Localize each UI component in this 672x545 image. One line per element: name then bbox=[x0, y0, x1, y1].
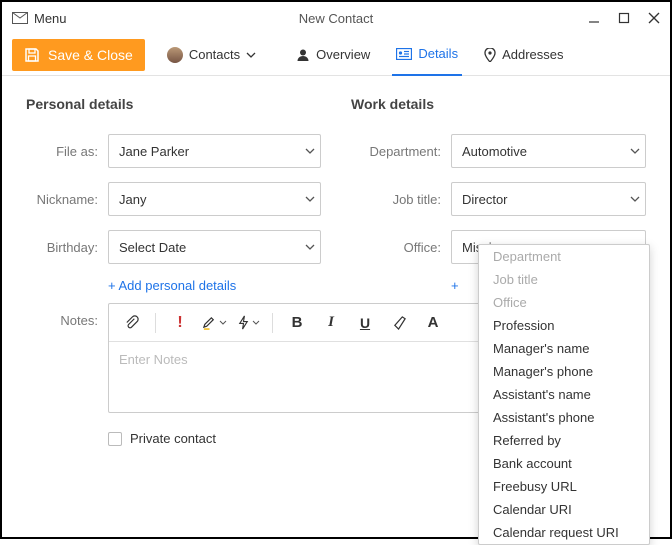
separator bbox=[272, 313, 273, 333]
priority-button[interactable]: ! bbox=[166, 309, 194, 337]
dropdown-item[interactable]: Manager's name bbox=[479, 337, 649, 360]
dropdown-item[interactable]: Profession bbox=[479, 314, 649, 337]
birthday-label: Birthday: bbox=[26, 240, 98, 255]
underline-button[interactable]: U bbox=[351, 309, 379, 337]
contacts-dropdown[interactable]: Contacts bbox=[163, 34, 260, 76]
menu-button[interactable]: Menu bbox=[34, 11, 67, 26]
birthday-input[interactable] bbox=[108, 230, 321, 264]
dropdown-item[interactable]: Manager's phone bbox=[479, 360, 649, 383]
tab-addresses[interactable]: Addresses bbox=[480, 34, 567, 76]
jobtitle-input[interactable] bbox=[451, 182, 646, 216]
add-work-details-link[interactable]: + bbox=[451, 278, 459, 293]
font-button[interactable]: A bbox=[419, 309, 447, 337]
add-personal-details-link[interactable]: + Add personal details bbox=[108, 278, 321, 293]
font-icon: A bbox=[428, 314, 439, 331]
dropdown-item: Department bbox=[479, 245, 649, 268]
jobtitle-label: Job title: bbox=[351, 192, 441, 207]
attachment-button[interactable] bbox=[117, 309, 145, 337]
save-icon bbox=[24, 47, 40, 63]
personal-details-section: Personal details File as: Nickname: Birt… bbox=[26, 96, 321, 293]
bold-button[interactable]: B bbox=[283, 309, 311, 337]
department-input[interactable] bbox=[451, 134, 646, 168]
dropdown-item: Office bbox=[479, 291, 649, 314]
dropdown-item[interactable]: Assistant's name bbox=[479, 383, 649, 406]
tab-details[interactable]: Details bbox=[392, 34, 462, 76]
dropdown-item[interactable]: Freebusy URL bbox=[479, 475, 649, 498]
clear-format-button[interactable] bbox=[385, 309, 413, 337]
contacts-label: Contacts bbox=[189, 47, 240, 62]
card-icon bbox=[396, 48, 412, 60]
work-heading: Work details bbox=[351, 96, 646, 112]
file-as-input[interactable] bbox=[108, 134, 321, 168]
pin-icon bbox=[484, 48, 496, 62]
titlebar: Menu New Contact bbox=[2, 2, 670, 34]
highlight-button[interactable] bbox=[200, 309, 228, 337]
tab-addresses-label: Addresses bbox=[502, 47, 563, 62]
tab-details-label: Details bbox=[418, 46, 458, 61]
nickname-input[interactable] bbox=[108, 182, 321, 216]
chevron-down-icon bbox=[246, 52, 256, 58]
private-contact-label: Private contact bbox=[130, 431, 216, 446]
dropdown-item: Job title bbox=[479, 268, 649, 291]
tab-overview-label: Overview bbox=[316, 47, 370, 62]
dropdown-item[interactable]: Calendar request URI bbox=[479, 521, 649, 544]
save-and-close-button[interactable]: Save & Close bbox=[12, 39, 145, 71]
underline-icon: U bbox=[360, 315, 370, 331]
envelope-icon bbox=[12, 12, 28, 24]
department-label: Department: bbox=[351, 144, 441, 159]
nickname-label: Nickname: bbox=[26, 192, 98, 207]
dropdown-item[interactable]: Bank account bbox=[479, 452, 649, 475]
highlighter-icon bbox=[202, 315, 217, 330]
minimize-button[interactable] bbox=[588, 12, 600, 24]
italic-button[interactable]: I bbox=[317, 309, 345, 337]
exclamation-icon: ! bbox=[177, 314, 182, 332]
lightning-icon bbox=[237, 315, 250, 330]
notes-label: Notes: bbox=[26, 303, 98, 328]
tab-overview[interactable]: Overview bbox=[292, 34, 374, 76]
bold-icon: B bbox=[292, 314, 303, 331]
personal-heading: Personal details bbox=[26, 96, 321, 112]
separator bbox=[155, 313, 156, 333]
quick-actions-button[interactable] bbox=[234, 309, 262, 337]
dropdown-item[interactable]: Assistant's phone bbox=[479, 406, 649, 429]
save-button-label: Save & Close bbox=[48, 47, 133, 63]
toolbar: Save & Close Contacts Overview Details A… bbox=[2, 34, 670, 76]
file-as-label: File as: bbox=[26, 144, 98, 159]
private-contact-checkbox[interactable] bbox=[108, 432, 122, 446]
brush-icon bbox=[392, 315, 407, 330]
dropdown-item[interactable]: Referred by bbox=[479, 429, 649, 452]
close-button[interactable] bbox=[648, 12, 660, 24]
person-icon bbox=[296, 48, 310, 62]
italic-icon: I bbox=[328, 314, 334, 331]
add-work-details-dropdown: DepartmentJob titleOfficeProfessionManag… bbox=[478, 244, 650, 545]
dropdown-item[interactable]: Calendar URI bbox=[479, 498, 649, 521]
avatar-icon bbox=[167, 47, 183, 63]
paperclip-icon bbox=[124, 315, 139, 330]
maximize-button[interactable] bbox=[618, 12, 630, 24]
window-title: New Contact bbox=[2, 11, 670, 26]
office-label: Office: bbox=[351, 240, 441, 255]
